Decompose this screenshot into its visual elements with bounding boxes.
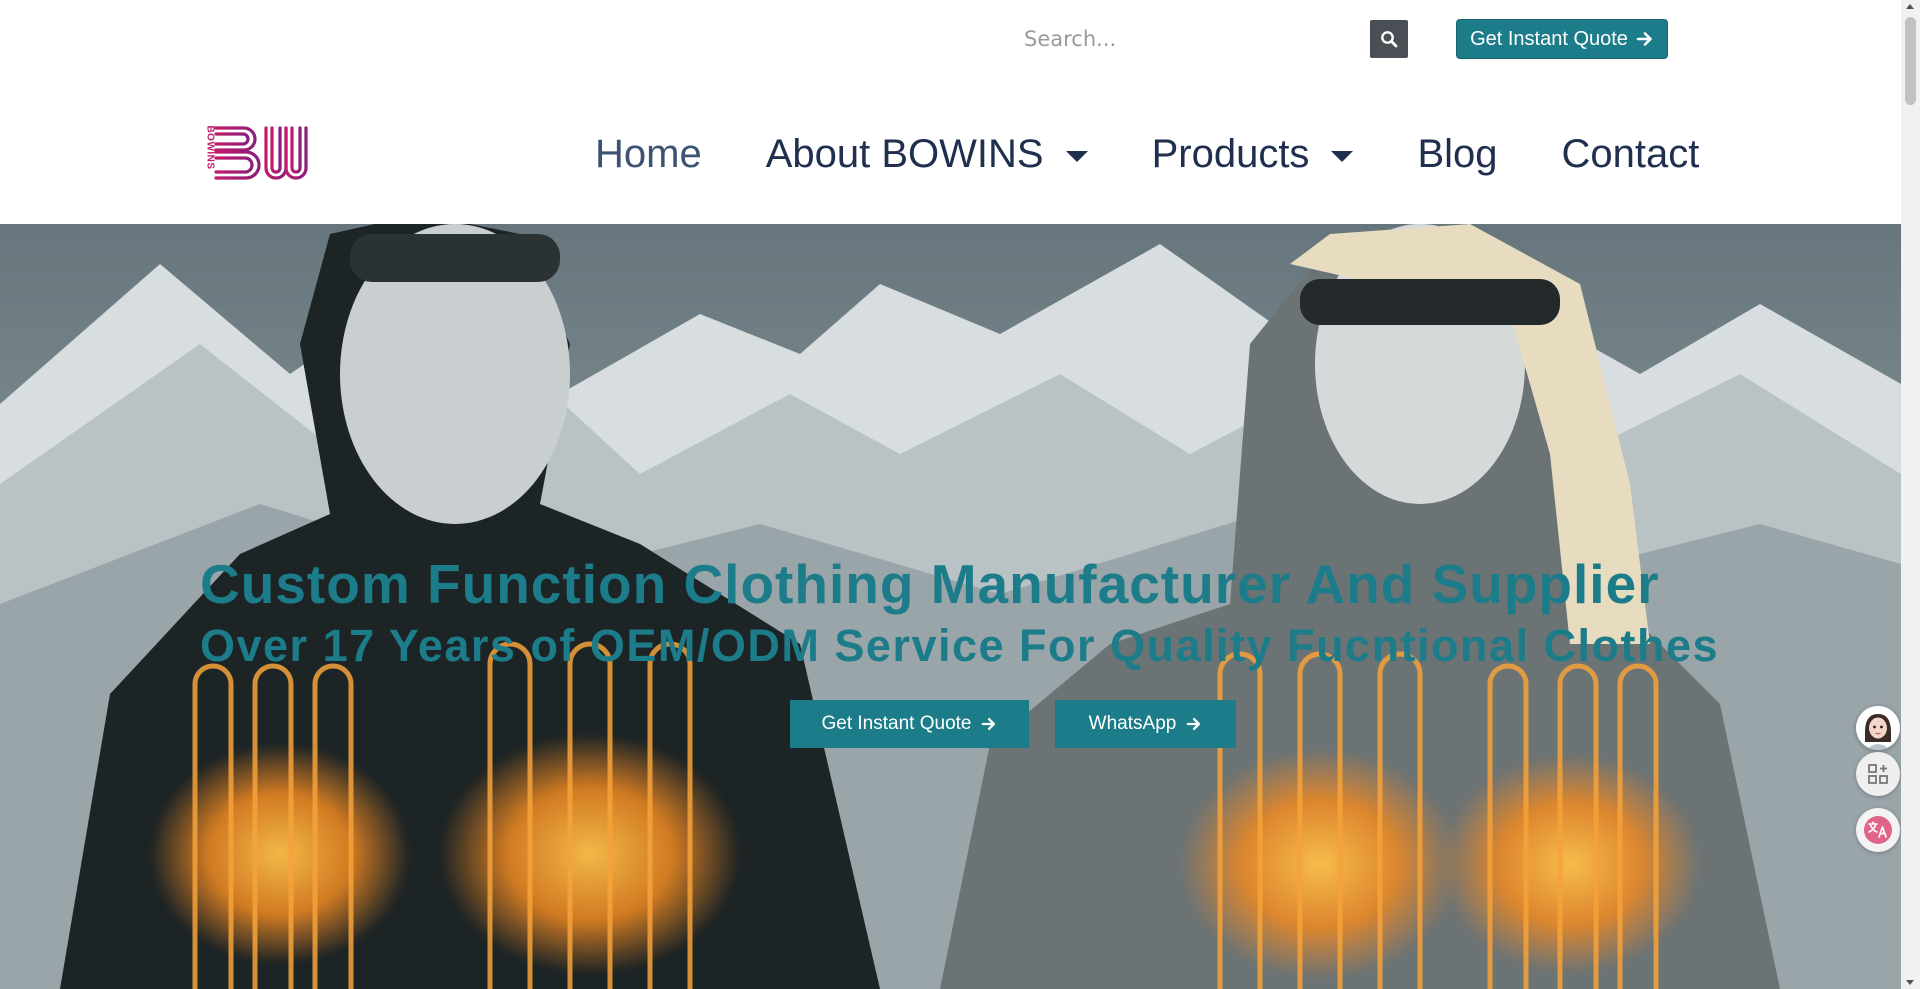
get-quote-header-label: Get Instant Quote: [1470, 27, 1628, 50]
nav-item-contact[interactable]: Contact: [1562, 132, 1700, 177]
page-scrollbar[interactable]: [1901, 0, 1920, 989]
arrow-right-icon: [1636, 32, 1652, 46]
hero-title: Custom Function Clothing Manufacturer An…: [200, 553, 1660, 615]
arrow-right-icon: [1186, 717, 1201, 731]
nav-item-home[interactable]: Home: [595, 132, 702, 177]
support-avatar-button[interactable]: [1856, 706, 1900, 750]
support-avatar-icon: [1856, 706, 1900, 750]
get-quote-header-button[interactable]: Get Instant Quote: [1456, 19, 1668, 59]
logo-mark: [214, 126, 320, 180]
nav-item-about[interactable]: About BOWINS: [766, 132, 1088, 177]
hero-subtitle: Over 17 Years of OEM/ODM Service For Qua…: [200, 620, 1720, 671]
caret-down-icon: [1331, 150, 1354, 162]
apps-grid-icon: [1868, 764, 1888, 784]
arrow-right-icon: [982, 717, 996, 731]
nav-item-contact-label: Contact: [1561, 131, 1700, 176]
search-icon: [1381, 31, 1398, 48]
hero-whatsapp-button[interactable]: WhatsApp: [1055, 700, 1236, 748]
search-button[interactable]: [1370, 20, 1408, 58]
primary-nav: Home About BOWINS Products Blog Contact: [595, 124, 1699, 184]
translate-button[interactable]: [1856, 808, 1900, 852]
nav-item-blog-label: Blog: [1417, 131, 1498, 176]
scrollbar-thumb[interactable]: [1905, 17, 1916, 105]
search-input[interactable]: [1010, 18, 1370, 60]
nav-item-blog[interactable]: Blog: [1417, 132, 1497, 177]
apps-button[interactable]: [1856, 752, 1900, 796]
top-utility-bar: Get Instant Quote: [0, 0, 1901, 78]
hero-get-quote-button[interactable]: Get Instant Quote: [790, 700, 1029, 748]
scroll-down-arrow-icon[interactable]: [1906, 980, 1914, 985]
hero-get-quote-label: Get Instant Quote: [821, 713, 972, 734]
nav-item-products-label: Products: [1151, 131, 1310, 176]
scroll-up-arrow-icon[interactable]: [1906, 4, 1914, 9]
caret-down-icon: [1065, 150, 1088, 162]
translate-icon: [1864, 816, 1892, 844]
main-navbar: BOWINS Home About BOWINS Products Blog C…: [0, 78, 1901, 224]
bowins-logo[interactable]: BOWINS: [200, 124, 324, 180]
hero-whatsapp-label: WhatsApp: [1088, 713, 1177, 734]
nav-item-products[interactable]: Products: [1152, 132, 1354, 177]
hero-banner: Custom Function Clothing Manufacturer An…: [0, 224, 1901, 989]
nav-item-about-label: About BOWINS: [765, 131, 1044, 176]
nav-item-home-label: Home: [595, 131, 702, 176]
